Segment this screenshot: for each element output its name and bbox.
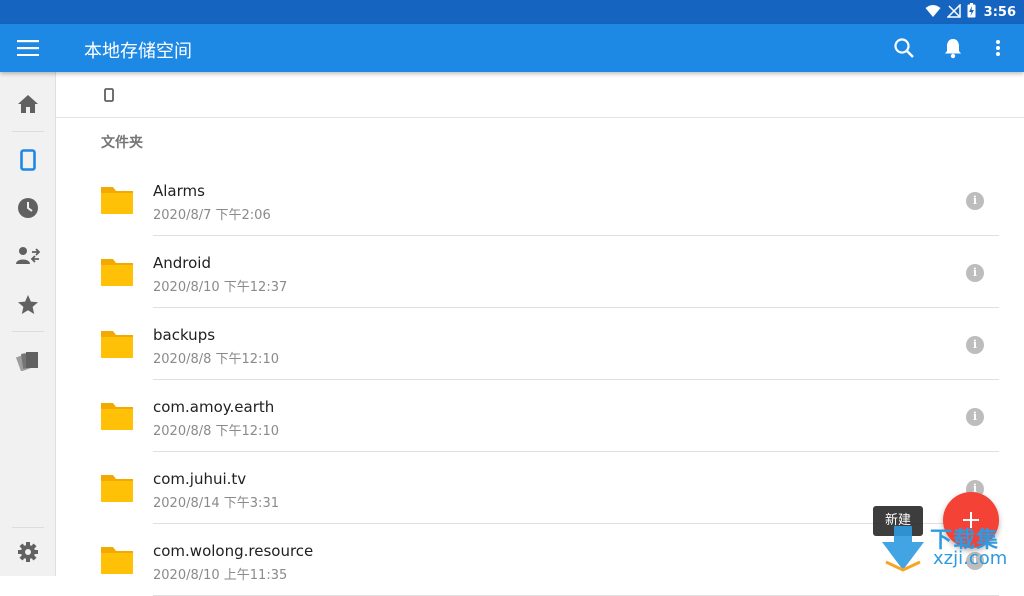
breadcrumb — [56, 72, 1024, 118]
info-icon[interactable]: i — [966, 408, 984, 426]
folder-date: 2020/8/8 下午12:10 — [153, 352, 279, 367]
cards-icon — [16, 352, 38, 371]
list-item[interactable]: Alarms 2020/8/7 下午2:06 i — [56, 164, 1024, 236]
folder-date: 2020/8/7 下午2:06 — [153, 208, 271, 223]
phone-icon — [20, 149, 36, 171]
sidebar-item-transfer[interactable] — [8, 236, 48, 276]
status-bar: 3:56 — [0, 0, 1024, 24]
sidebar-divider — [12, 527, 44, 528]
folder-name: Android — [153, 254, 211, 272]
info-icon[interactable]: i — [966, 264, 984, 282]
status-time: 3:56 — [983, 4, 1016, 20]
download-arrow-icon — [882, 526, 924, 572]
sidebar-item-home[interactable] — [8, 84, 48, 124]
sidebar-divider — [12, 331, 44, 332]
sidebar — [0, 72, 56, 576]
folder-name: backups — [153, 326, 216, 344]
list-item[interactable]: Android 2020/8/10 下午12:37 i — [56, 236, 1024, 308]
breadcrumb-device[interactable] — [100, 86, 118, 104]
sidebar-divider — [12, 131, 44, 132]
watermark-text-bottom: xzji.com — [933, 548, 1008, 569]
folder-date: 2020/8/10 下午12:37 — [153, 280, 288, 295]
folder-icon — [101, 475, 133, 502]
menu-icon — [17, 40, 39, 56]
no-signal-icon — [945, 2, 961, 22]
bell-icon — [945, 39, 961, 59]
info-icon[interactable]: i — [966, 192, 984, 210]
section-label-folders: 文件夹 — [101, 135, 143, 151]
list-item[interactable]: backups 2020/8/8 下午12:10 i — [56, 308, 1024, 380]
app-bar: 本地存储空间 — [0, 24, 1024, 72]
sidebar-item-local-storage[interactable] — [8, 140, 48, 180]
transfer-icon — [16, 247, 40, 264]
watermark-logo: 下载集 xzji.com — [878, 520, 1018, 574]
menu-button[interactable] — [12, 32, 44, 64]
folder-date: 2020/8/14 下午3:31 — [153, 496, 279, 511]
folder-date: 2020/8/8 下午12:10 — [153, 424, 279, 439]
sidebar-item-favorites[interactable] — [8, 284, 48, 324]
search-button[interactable] — [888, 32, 920, 64]
list-item[interactable]: com.amoy.earth 2020/8/8 下午12:10 i — [56, 380, 1024, 452]
phone-icon — [104, 88, 114, 102]
page-title: 本地存储空间 — [84, 41, 192, 62]
folder-name: com.juhui.tv — [153, 470, 247, 488]
home-icon — [18, 95, 38, 113]
folder-icon — [101, 187, 133, 214]
search-icon — [894, 38, 914, 58]
star-icon — [18, 294, 38, 314]
folder-icon — [101, 331, 133, 358]
sidebar-item-cards[interactable] — [8, 340, 48, 380]
battery-charging-icon — [967, 2, 976, 22]
clock-icon — [18, 198, 38, 218]
sidebar-item-recent[interactable] — [8, 188, 48, 228]
folder-icon — [101, 547, 133, 574]
wifi-icon — [925, 3, 941, 22]
notifications-button[interactable] — [937, 32, 969, 64]
folder-name: com.wolong.resource — [153, 542, 314, 560]
folder-date: 2020/8/10 上午11:35 — [153, 568, 288, 583]
settings-icon — [18, 542, 38, 562]
folder-name: Alarms — [153, 182, 205, 200]
sidebar-item-settings[interactable] — [8, 532, 48, 572]
info-icon[interactable]: i — [966, 336, 984, 354]
folder-icon — [101, 403, 133, 430]
folder-icon — [101, 259, 133, 286]
more-vert-icon — [996, 40, 1000, 56]
more-options-button[interactable] — [982, 32, 1014, 64]
folder-name: com.amoy.earth — [153, 398, 275, 416]
